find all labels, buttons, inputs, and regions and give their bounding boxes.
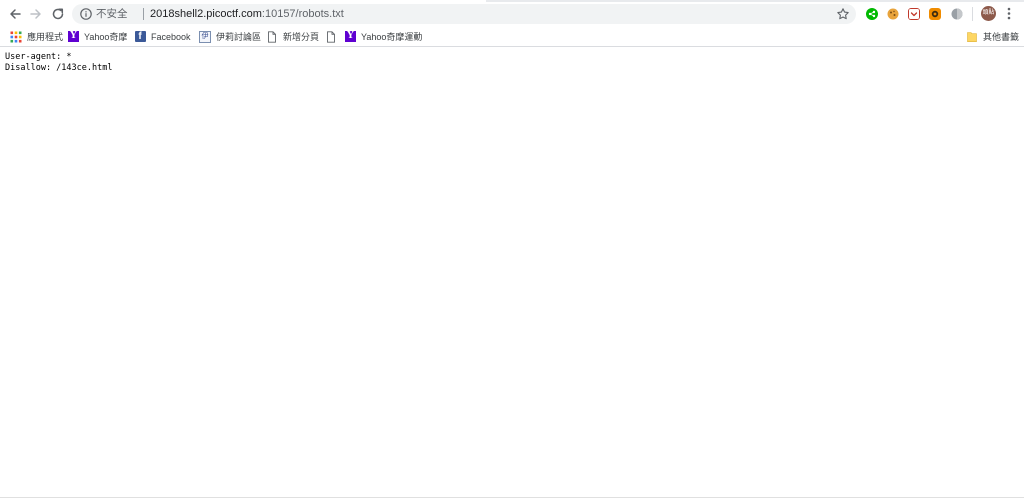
bookmark-label: 應用程式	[27, 31, 64, 42]
bookmark-eyny-forum[interactable]: 伊 伊莉討論區	[199, 29, 261, 44]
page-icon	[327, 30, 335, 43]
text-line: User-agent: *	[5, 52, 72, 62]
url-text[interactable]: 2018shell2.picoctf.com:10157/robots.txt	[150, 6, 344, 22]
bookmark-star-icon[interactable]	[836, 7, 850, 21]
line-extension-icon[interactable]	[866, 8, 878, 20]
bookmark-label: 伊莉討論區	[216, 31, 262, 42]
bookmark-apps[interactable]: 應用程式	[10, 29, 63, 44]
pocket-extension-icon[interactable]	[908, 8, 920, 20]
info-icon[interactable]	[79, 7, 93, 21]
security-label[interactable]: 不安全	[96, 7, 128, 21]
browser-toolbar: 不安全 2018shell2.picoctf.com:10157/robots.…	[0, 0, 1024, 27]
facebook-icon: f	[135, 31, 146, 42]
forward-arrow-icon	[30, 9, 41, 19]
folder-icon	[967, 31, 977, 42]
cookie-extension-icon[interactable]	[887, 8, 899, 20]
robots-txt-content: User-agent: * Disallow: /143ce.html	[5, 52, 112, 73]
address-bar[interactable]: 不安全 2018shell2.picoctf.com:10157/robots.…	[72, 4, 856, 24]
gray-extension-icon[interactable]	[951, 8, 963, 20]
yahoo-icon: Y	[345, 31, 356, 42]
bookmark-yahoo[interactable]: Y Yahoo奇摩	[68, 29, 127, 44]
reload-button[interactable]	[49, 5, 67, 23]
bookmark-label: Yahoo奇摩運動	[361, 31, 423, 42]
bookmark-other-folder[interactable]: 其他書籤	[966, 29, 1019, 44]
bookmarks-bar: 應用程式 Y Yahoo奇摩 f Facebook 伊 伊莉討論區 新增分頁 Y…	[0, 27, 1024, 47]
bookmark-yahoo-sports[interactable]: Y Yahoo奇摩運動	[345, 29, 422, 44]
forum-icon: 伊	[199, 30, 211, 43]
url-path: :10157/robots.txt	[261, 8, 344, 20]
profile-avatar[interactable]: 頭貼	[981, 6, 996, 21]
bookmark-label: Facebook	[151, 31, 191, 42]
back-arrow-icon	[10, 9, 21, 19]
orange-extension-icon[interactable]	[929, 8, 941, 20]
bookmark-new-tab[interactable]: 新增分頁	[266, 29, 319, 44]
text-line: Disallow: /143ce.html	[5, 62, 113, 73]
bookmark-untitled[interactable]	[325, 29, 342, 44]
toolbar-divider	[972, 7, 973, 21]
reload-icon	[52, 8, 64, 20]
kebab-menu-icon[interactable]	[1004, 6, 1014, 21]
yahoo-icon: Y	[68, 31, 79, 42]
bookmark-label: Yahoo奇摩	[84, 31, 128, 42]
window-bottom-edge	[0, 497, 1024, 498]
apps-grid-icon	[10, 31, 22, 42]
page-icon	[268, 30, 276, 43]
bookmark-facebook[interactable]: f Facebook	[135, 29, 191, 44]
back-button[interactable]	[6, 5, 24, 23]
url-host: 2018shell2.picoctf.com	[150, 8, 262, 20]
browser-window: 不安全 2018shell2.picoctf.com:10157/robots.…	[0, 0, 1024, 499]
bookmark-label: 新增分頁	[283, 31, 320, 42]
bookmark-label: 其他書籤	[983, 31, 1020, 42]
tab-strip-edge	[486, 0, 1024, 2]
forward-button[interactable]	[27, 5, 45, 23]
address-separator	[143, 8, 144, 20]
